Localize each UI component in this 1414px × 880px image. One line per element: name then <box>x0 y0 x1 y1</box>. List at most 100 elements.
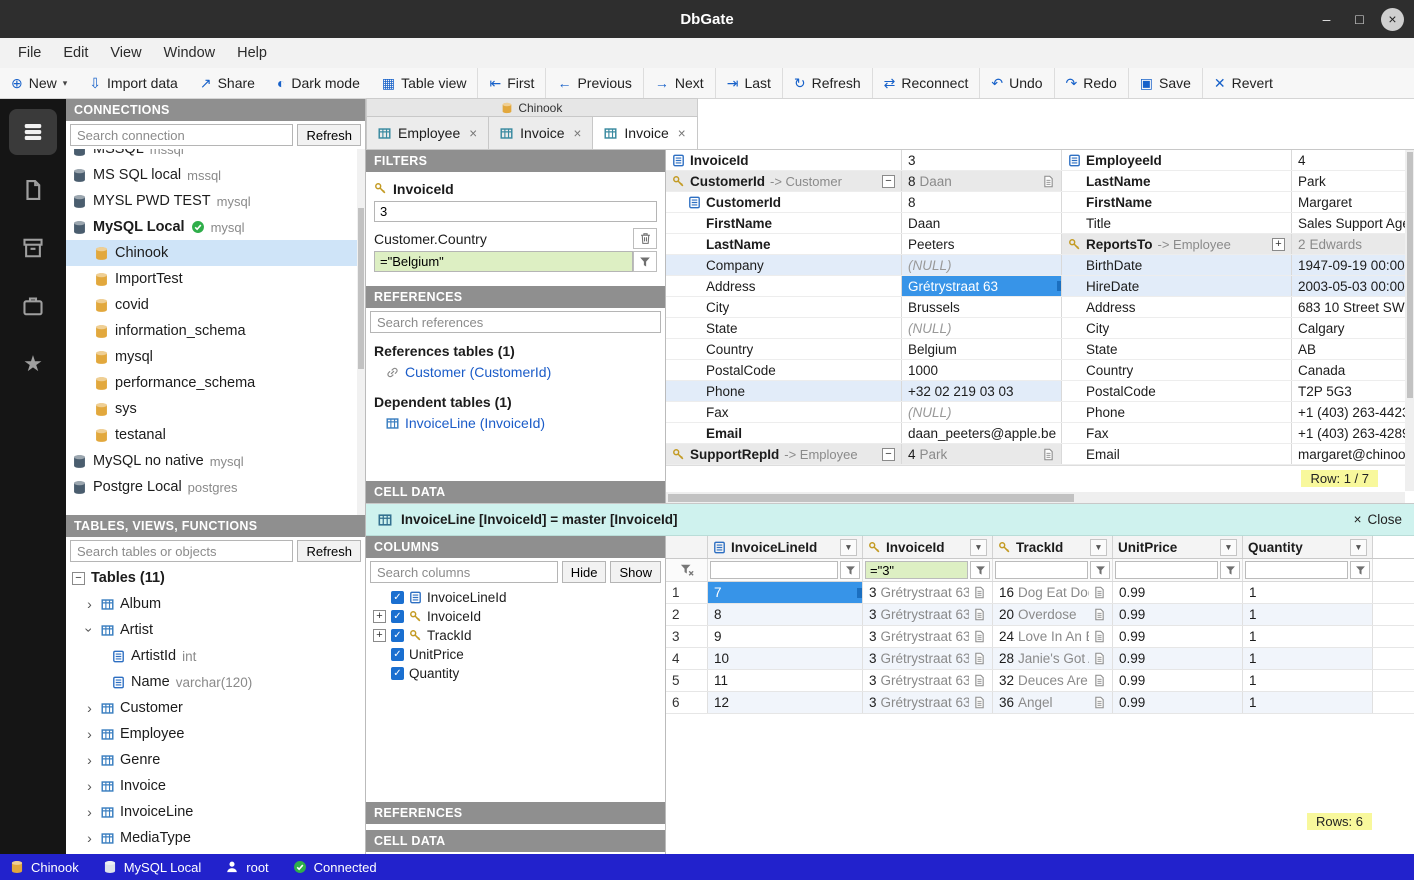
filter-menu-button[interactable] <box>1090 561 1110 579</box>
row-number[interactable]: 5 <box>666 670 708 691</box>
search-columns-input[interactable] <box>370 561 558 583</box>
close-button[interactable]: × <box>1381 8 1404 31</box>
grid-header-invoicelineid[interactable]: InvoiceLineId ▼ <box>708 536 863 558</box>
field-value-phone[interactable]: +1 (403) 263-4423 <box>1292 402 1414 422</box>
toolbar-reconnect-button[interactable]: ⇄ Reconnect <box>872 68 980 98</box>
grid-filter-input-invoiceid[interactable] <box>865 561 968 579</box>
grid-filter-input-invoicelineid[interactable] <box>710 561 838 579</box>
horizontal-scrollbar[interactable] <box>666 492 1405 503</box>
field-name-hiredate[interactable]: HireDate <box>1062 276 1292 296</box>
row-number[interactable]: 1 <box>666 582 708 603</box>
reference-link-customer-customerid[interactable]: Customer (CustomerId) <box>386 364 657 380</box>
grid-filter-input-unitprice[interactable] <box>1115 561 1218 579</box>
chevron-right-icon[interactable]: › <box>84 804 95 820</box>
field-name-email[interactable]: Email <box>1062 444 1292 464</box>
toolbar-import-data-button[interactable]: ⇩ Import data <box>78 68 189 98</box>
expand-box-icon[interactable]: + <box>1272 238 1285 251</box>
grid-cell-r5-unitprice[interactable]: 0.99 <box>1113 670 1243 691</box>
menu-window[interactable]: Window <box>154 41 226 65</box>
field-value-fax[interactable]: +1 (403) 263-4289 <box>1292 423 1414 443</box>
filter-menu-button[interactable] <box>633 251 657 272</box>
chevron-right-icon[interactable]: › <box>84 830 95 846</box>
grid-cell-r3-unitprice[interactable]: 0.99 <box>1113 626 1243 647</box>
expand-box-icon[interactable]: + <box>373 610 386 623</box>
field-name-fax[interactable]: Fax <box>1062 423 1292 443</box>
field-value-lastname[interactable]: Peeters <box>902 234 1062 254</box>
grid-cell-r4-trackid[interactable]: 28 Janie's Got A Gun <box>993 648 1113 669</box>
menu-view[interactable]: View <box>100 41 151 65</box>
tables-refresh-button[interactable]: Refresh <box>297 540 361 562</box>
grid-cell-r5-quantity[interactable]: 1 <box>1243 670 1373 691</box>
grid-cell-r4-invoicelineid[interactable]: 10 <box>708 648 863 669</box>
connection-mysql-local[interactable]: MySQL Local mysql <box>66 214 365 240</box>
field-value-state[interactable]: (NULL) <box>902 318 1062 338</box>
column-toggle-unitprice[interactable]: ✓ UnitPrice <box>366 645 665 664</box>
field-name-postalcode[interactable]: PostalCode <box>666 360 902 380</box>
field-name-fax[interactable]: Fax <box>666 402 902 422</box>
grid-cell-r6-trackid[interactable]: 36 Angel <box>993 692 1113 713</box>
menu-file[interactable]: File <box>8 41 51 65</box>
tab-invoice-1[interactable]: Invoice × <box>489 116 593 149</box>
column-menu-button[interactable]: ▼ <box>1350 539 1367 556</box>
field-value-company[interactable]: (NULL) <box>902 255 1062 275</box>
grid-cell-r3-invoicelineid[interactable]: 9 <box>708 626 863 647</box>
field-name-firstname[interactable]: FirstName <box>1062 192 1292 212</box>
search-tables-input[interactable] <box>70 540 293 562</box>
toolbar-redo-button[interactable]: ↷ Redo <box>1054 68 1128 98</box>
grid-header-quantity[interactable]: Quantity ▼ <box>1243 536 1373 558</box>
row-number[interactable]: 4 <box>666 648 708 669</box>
status-mysql-local[interactable]: MySQL Local <box>103 860 202 875</box>
field-name-birthdate[interactable]: BirthDate <box>1062 255 1292 275</box>
search-references-input[interactable] <box>370 311 661 333</box>
menu-help[interactable]: Help <box>227 41 277 65</box>
field-value-title[interactable]: Sales Support Agent <box>1292 213 1414 233</box>
remove-filter-button[interactable] <box>633 228 657 249</box>
field-value-birthdate[interactable]: 1947-09-19 00:00:00 <box>1292 255 1414 275</box>
toolbar-share-button[interactable]: ↗ Share <box>189 68 266 98</box>
field-value-state[interactable]: AB <box>1292 339 1414 359</box>
field-value-customerid[interactable]: 8 Daan <box>902 171 1062 191</box>
clear-filters-cell[interactable] <box>666 559 708 581</box>
row-number[interactable]: 2 <box>666 604 708 625</box>
reference-link-invoiceline-invoiceid[interactable]: InvoiceLine (InvoiceId) <box>386 415 657 431</box>
field-name-invoiceid[interactable]: InvoiceId <box>666 150 902 170</box>
connection-mssql[interactable]: MSSQL mssql <box>66 149 365 162</box>
chevron-right-icon[interactable]: › <box>84 726 95 742</box>
checkbox-checked-icon[interactable]: ✓ <box>391 667 404 680</box>
menu-edit[interactable]: Edit <box>53 41 98 65</box>
toolbar-new-button[interactable]: ⊕ New ▾ <box>0 68 78 98</box>
grid-header-trackid[interactable]: TrackId ▼ <box>993 536 1113 558</box>
field-value-firstname[interactable]: Daan <box>902 213 1062 233</box>
field-name-firstname[interactable]: FirstName <box>666 213 902 233</box>
connections-refresh-button[interactable]: Refresh <box>297 124 361 146</box>
grid-filter-input-quantity[interactable] <box>1245 561 1348 579</box>
field-name-address[interactable]: Address <box>666 276 902 296</box>
collapse-box-icon[interactable]: − <box>72 572 85 585</box>
rail-admin-button[interactable] <box>9 283 57 329</box>
toolbar-revert-button[interactable]: ✕ Revert <box>1202 68 1284 98</box>
connections-scrollbar[interactable] <box>357 149 365 515</box>
field-value-postalcode[interactable]: 1000 <box>902 360 1062 380</box>
field-name-state[interactable]: State <box>1062 339 1292 359</box>
field-name-customerid[interactable]: CustomerId -> Customer − <box>666 171 902 191</box>
connection-information-schema[interactable]: information_schema <box>66 318 365 344</box>
grid-cell-r6-unitprice[interactable]: 0.99 <box>1113 692 1243 713</box>
field-name-phone[interactable]: Phone <box>666 381 902 401</box>
connection-sys[interactable]: sys <box>66 396 365 422</box>
grid-cell-r6-invoicelineid[interactable]: 12 <box>708 692 863 713</box>
field-value-city[interactable]: Calgary <box>1292 318 1414 338</box>
field-name-postalcode[interactable]: PostalCode <box>1062 381 1292 401</box>
field-name-country[interactable]: Country <box>1062 360 1292 380</box>
field-name-employeeid[interactable]: EmployeeId <box>1062 150 1292 170</box>
table-item-employee[interactable]: › Employee <box>66 721 365 747</box>
grid-cell-r4-invoiceid[interactable]: 3 Grétrystraat 63 <box>863 648 993 669</box>
column-menu-button[interactable]: ▼ <box>970 539 987 556</box>
tab-close-icon[interactable]: × <box>678 126 686 141</box>
field-name-phone[interactable]: Phone <box>1062 402 1292 422</box>
toolbar-dark-mode-button[interactable]: ◐ Dark mode <box>266 68 371 98</box>
toolbar-table-view-button[interactable]: ▦ Table view <box>371 68 478 98</box>
table-item-genre[interactable]: › Genre <box>66 747 365 773</box>
field-value-country[interactable]: Belgium <box>902 339 1062 359</box>
table-item-album[interactable]: › Album <box>66 591 365 617</box>
connection-testanal[interactable]: testanal <box>66 422 365 448</box>
